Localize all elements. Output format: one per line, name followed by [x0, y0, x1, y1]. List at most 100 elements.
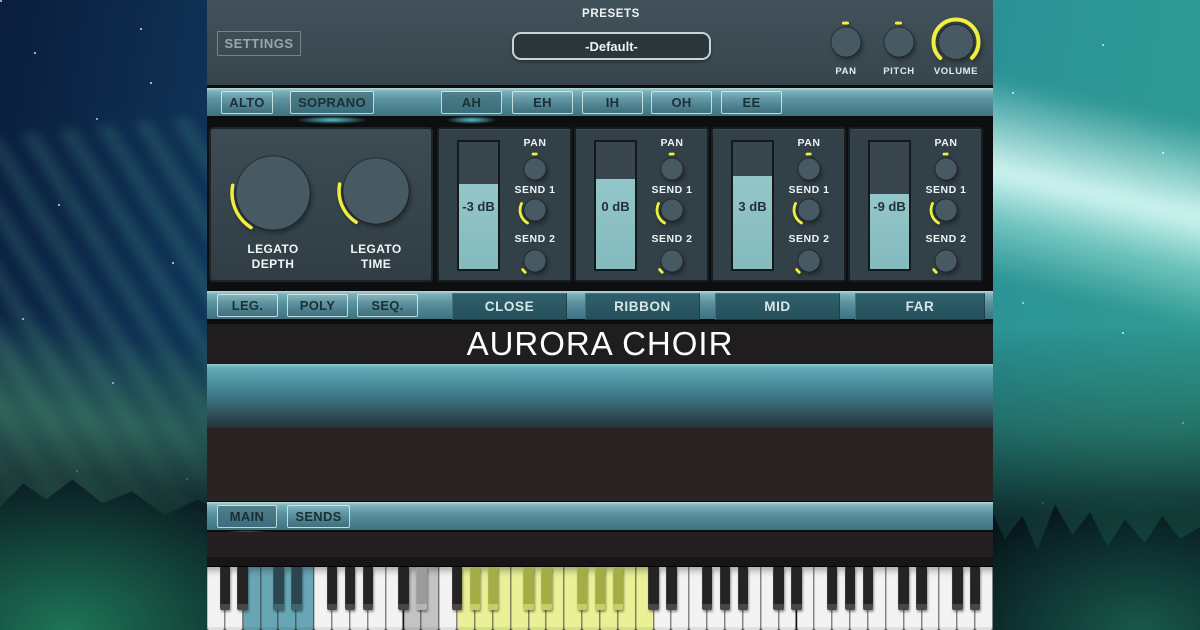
knob-pitch[interactable]	[877, 20, 922, 65]
black-key[interactable]	[398, 567, 409, 610]
black-key[interactable]	[523, 567, 534, 610]
knob-volume[interactable]	[930, 16, 982, 68]
tab-vowel-oh[interactable]: OH	[651, 91, 712, 114]
tab-main[interactable]: MAIN	[217, 505, 277, 538]
black-key[interactable]	[362, 567, 374, 610]
mic-button-ribbon[interactable]: RIBBON	[585, 293, 700, 320]
black-key[interactable]	[326, 567, 338, 610]
knob-graphic	[931, 17, 981, 67]
black-key[interactable]	[219, 567, 231, 610]
black-key[interactable]	[791, 567, 802, 610]
lower-tab-row: MAIN SENDS	[207, 501, 993, 538]
header-bar: SETTINGS PRESETS -Default- PAN PITCH VOLUM…	[207, 0, 993, 85]
send2-knob[interactable]	[791, 243, 828, 280]
black-key[interactable]	[576, 567, 588, 610]
tab-mode-leg[interactable]: LEG.	[217, 294, 278, 317]
stars	[0, 0, 2, 2]
black-key[interactable]	[773, 567, 784, 610]
pan-label: PAN	[934, 137, 958, 149]
tab-mode-poly[interactable]: POLY	[287, 294, 348, 317]
tab-vowel-ee[interactable]: EE	[721, 91, 782, 114]
settings-button[interactable]: SETTINGS	[217, 31, 301, 56]
black-key[interactable]	[612, 567, 624, 610]
volume-fader[interactable]: 0 dB	[594, 140, 637, 271]
black-key[interactable]	[969, 567, 981, 610]
knob-legato-depth[interactable]	[229, 149, 318, 238]
mic-button-mid[interactable]: MID	[715, 293, 840, 320]
pan-knob[interactable]	[928, 151, 965, 188]
knob-graphic	[825, 21, 867, 63]
tab-voice-soprano[interactable]: SOPRANO	[290, 91, 374, 124]
tab-sends[interactable]: SENDS	[287, 505, 350, 528]
send2-knob[interactable]	[928, 243, 965, 280]
tab-voice-alto[interactable]: ALTO	[221, 91, 273, 114]
volume-fader[interactable]: -3 dB	[457, 140, 500, 271]
knob-graphic	[518, 244, 552, 278]
teal-banner	[207, 364, 993, 428]
black-key[interactable]	[701, 567, 713, 610]
label-legato-time: LEGATO TIME	[350, 242, 402, 271]
knob-legato-time[interactable]	[336, 151, 417, 232]
knob-graphic	[655, 152, 689, 186]
tab-vowel-ih[interactable]: IH	[582, 91, 643, 114]
preset-dropdown[interactable]: -Default-	[512, 32, 711, 60]
send1-knob[interactable]	[517, 192, 554, 229]
pan-knob[interactable]	[517, 151, 554, 188]
black-key[interactable]	[719, 567, 731, 610]
knob-label-pitch: PITCH	[883, 66, 915, 77]
fader-level-label: 3 dB	[738, 199, 767, 214]
send1-knob[interactable]	[791, 192, 828, 229]
channel-strip-3: 3 dB PAN SEND 1 SEND 2	[711, 127, 846, 282]
tab-vowel-eh[interactable]: EH	[512, 91, 573, 114]
black-key[interactable]	[237, 567, 248, 610]
black-key[interactable]	[451, 567, 463, 610]
black-key[interactable]	[952, 567, 963, 610]
black-key[interactable]	[594, 567, 606, 610]
black-key[interactable]	[916, 567, 927, 610]
black-key[interactable]	[862, 567, 874, 610]
black-key[interactable]	[416, 567, 427, 610]
volume-fader[interactable]: -9 dB	[868, 140, 911, 271]
black-key[interactable]	[666, 567, 677, 610]
send2-knob[interactable]	[654, 243, 691, 280]
mic-button-far[interactable]: FAR	[855, 293, 985, 320]
send2-knob[interactable]	[517, 243, 554, 280]
knob-pan[interactable]	[824, 20, 869, 65]
pan-label: PAN	[523, 137, 547, 149]
fader-fill	[459, 184, 498, 269]
knob-graphic	[230, 150, 316, 236]
knob-graphic	[518, 152, 552, 186]
black-key[interactable]	[826, 567, 838, 610]
channel-strip-2: 0 dB PAN SEND 1 SEND 2	[574, 127, 709, 282]
send1-knob[interactable]	[654, 192, 691, 229]
black-key[interactable]	[898, 567, 909, 610]
pan-knob[interactable]	[654, 151, 691, 188]
black-key[interactable]	[844, 567, 856, 610]
tab-mode-seq[interactable]: SEQ.	[357, 294, 418, 317]
black-key[interactable]	[487, 567, 499, 610]
pan-knob[interactable]	[791, 151, 828, 188]
knob-graphic	[337, 152, 415, 230]
knob-graphic	[655, 244, 689, 278]
channel-strip-4: -9 dB PAN SEND 1 SEND 2	[848, 127, 983, 282]
send1-knob[interactable]	[928, 192, 965, 229]
knob-graphic	[929, 244, 963, 278]
volume-fader[interactable]: 3 dB	[731, 140, 774, 271]
keyboard-felt	[207, 557, 993, 567]
label-legato-depth: LEGATO DEPTH	[247, 242, 299, 271]
black-key[interactable]	[344, 567, 356, 610]
display-area	[207, 428, 993, 501]
black-key[interactable]	[541, 567, 552, 610]
mic-button-close[interactable]: CLOSE	[452, 293, 567, 320]
knob-graphic	[792, 193, 826, 227]
tab-vowel-ah[interactable]: AH	[441, 91, 502, 124]
pan-label: PAN	[660, 137, 684, 149]
black-key[interactable]	[469, 567, 481, 610]
black-key[interactable]	[291, 567, 302, 610]
black-key[interactable]	[273, 567, 284, 610]
black-key[interactable]	[648, 567, 659, 610]
black-key[interactable]	[737, 567, 749, 610]
fader-level-label: 0 dB	[601, 199, 630, 214]
voice-vowel-tab-row: ALTO SOPRANO AH EH IH OH EE	[207, 87, 993, 124]
mixer-section: LEGATO DEPTH LEGATO TIME -3 dB PAN SEND 1 SE…	[207, 126, 993, 283]
